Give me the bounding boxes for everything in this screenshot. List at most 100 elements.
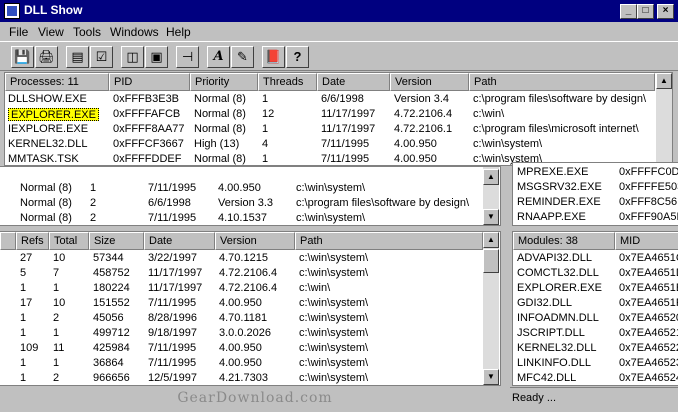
- process-row[interactable]: MSGSRV32.EXE 0xFFFFE503: [513, 180, 678, 195]
- edit-text-button[interactable]: ✎: [231, 46, 254, 68]
- module-row[interactable]: COMCTL32.DLL 0x7EA4651D: [513, 266, 678, 281]
- save-button[interactable]: 💾: [11, 46, 34, 68]
- module-name: MFC42.DLL: [517, 372, 577, 384]
- col-date[interactable]: Date: [317, 73, 390, 91]
- col-version[interactable]: Version: [215, 232, 295, 250]
- module-id: 0x7EA46523: [619, 357, 678, 369]
- title-bar[interactable]: DLL Show _ □ ×: [0, 0, 678, 22]
- dll-refs: 1: [20, 312, 27, 324]
- modules-list[interactable]: Modules: 38 MID ADVAPI32.DLL 0x7EA4651C CO…: [512, 231, 678, 386]
- dll-total: 11: [53, 342, 65, 354]
- processes-scrollbar[interactable]: ▲: [656, 73, 672, 165]
- table-row[interactable]: 1 2 45056 8/28/1996 4.70.1181 c:\win\system\: [0, 311, 482, 326]
- scroll-up-icon[interactable]: ▲: [483, 232, 499, 248]
- dll-version: 4.72.2106.4: [219, 267, 278, 279]
- process-row[interactable]: MPREXE.EXE 0xFFFFC0D5: [513, 165, 678, 180]
- module-row[interactable]: JSCRIPT.DLL 0x7EA46521: [513, 326, 678, 341]
- col-blank[interactable]: [0, 232, 16, 250]
- menu-view[interactable]: View: [38, 25, 64, 39]
- col-modules[interactable]: Modules: 38: [513, 232, 615, 250]
- app-icon[interactable]: [4, 3, 20, 19]
- scroll-up-icon[interactable]: ▲: [656, 73, 672, 89]
- scroll-down-icon[interactable]: ▼: [483, 369, 499, 385]
- table-row[interactable]: 1 2 966656 12/5/1997 4.21.7303 c:\win\system\: [0, 371, 482, 385]
- dll-total: 1: [53, 282, 60, 294]
- menu-windows[interactable]: Windows: [110, 25, 159, 39]
- scroll-up-icon[interactable]: ▲: [483, 169, 499, 185]
- process-name: EXPLORER.EXE: [8, 108, 99, 121]
- col-total[interactable]: Total: [49, 232, 89, 250]
- monitor-button[interactable]: ▣: [145, 46, 168, 68]
- properties-icon: ☑: [95, 49, 108, 64]
- module-row[interactable]: EXPLORER.EXE 0x7EA4651E: [513, 281, 678, 296]
- col-refs[interactable]: Refs: [16, 232, 49, 250]
- col-threads[interactable]: Threads: [258, 73, 317, 91]
- col-priority[interactable]: Priority: [190, 73, 258, 91]
- module-row[interactable]: MFC42.DLL 0x7EA46524: [513, 371, 678, 385]
- module-row[interactable]: INFOADMN.DLL 0x7EA46520: [513, 311, 678, 326]
- process-details-scrollbar[interactable]: ▲ ▼: [483, 167, 499, 225]
- table-row[interactable]: 1 1 499712 9/18/1997 3.0.0.2026 c:\win\system…: [0, 326, 482, 341]
- dll-scrollbar[interactable]: ▲ ▼: [483, 232, 499, 385]
- font-button[interactable]: A: [207, 46, 230, 68]
- table-row[interactable]: 109 11 425984 7/11/1995 4.00.950 c:\win\syste…: [0, 341, 482, 356]
- col-size[interactable]: Size: [89, 232, 144, 250]
- book-button[interactable]: 📕: [262, 46, 285, 68]
- process-detail-row[interactable]: Normal (8) 2 6/6/1998 Version 3.3 c:\program…: [0, 196, 482, 211]
- report-button[interactable]: ▤: [66, 46, 89, 68]
- process-row[interactable]: RNAAPP.EXE 0xFFF90A5E: [513, 210, 678, 225]
- table-row[interactable]: 1 1 36864 7/11/1995 4.00.950 c:\win\system\: [0, 356, 482, 371]
- module-row[interactable]: LINKINFO.DLL 0x7EA46523: [513, 356, 678, 371]
- menu-tools[interactable]: Tools: [73, 25, 101, 39]
- module-row[interactable]: GDI32.DLL 0x7EA4651F: [513, 296, 678, 311]
- process-version: 4.00.950: [394, 138, 437, 150]
- scroll-down-icon[interactable]: ▼: [483, 209, 499, 225]
- process-date: 7/11/1995: [321, 138, 370, 150]
- col-mid[interactable]: MID: [615, 232, 678, 250]
- process-date: 6/6/1998: [148, 197, 191, 209]
- process-name: MPREXE.EXE: [517, 166, 589, 178]
- close-button[interactable]: ×: [657, 4, 674, 19]
- process-list-right[interactable]: MPREXE.EXE 0xFFFFC0D5 MSGSRV32.EXE 0xFFFFE5…: [512, 162, 678, 226]
- process-path: c:\program files\software by design\: [296, 197, 470, 209]
- dll-table[interactable]: Refs Total Size Date Version Path 27 10 57…: [0, 231, 501, 386]
- minimize-button[interactable]: _: [620, 4, 637, 19]
- process-row[interactable]: EXPLORER.EXE 0xFFFFAFCB Normal (8) 12 11/17/…: [5, 107, 655, 122]
- process-row[interactable]: KERNEL32.DLL 0xFFFCF3667 High (13) 4 7/11/19…: [5, 137, 655, 152]
- processes-list[interactable]: Processes: 11 PID Priority Threads Date …: [4, 72, 673, 166]
- menu-file[interactable]: File: [9, 25, 28, 39]
- table-row[interactable]: 1 1 180224 11/17/1997 4.72.2106.4 c:\win\: [0, 281, 482, 296]
- process-row[interactable]: IEXPLORE.EXE 0xFFFF8AA77 Normal (8) 1 11/17/…: [5, 122, 655, 137]
- maximize-button[interactable]: □: [637, 4, 654, 19]
- dll-version: 3.0.0.2026: [219, 327, 271, 339]
- scroll-thumb[interactable]: [483, 249, 499, 273]
- window-list-button[interactable]: ◫: [121, 46, 144, 68]
- help-button[interactable]: ?: [286, 46, 309, 68]
- dll-size: 57344: [93, 252, 124, 264]
- table-row[interactable]: 27 10 57344 3/22/1997 4.70.1215 c:\win\system…: [0, 251, 482, 266]
- module-row[interactable]: ADVAPI32.DLL 0x7EA4651C: [513, 251, 678, 266]
- dll-date: 8/28/1996: [148, 312, 197, 324]
- report-icon: ▤: [71, 49, 84, 64]
- table-row[interactable]: 5 7 458752 11/17/1997 4.72.2106.4 c:\win\syst…: [0, 266, 482, 281]
- process-details-list[interactable]: Normal (8) 1 7/11/1995 4.00.950 c:\win\syste…: [0, 166, 501, 226]
- dll-version: 4.72.2106.4: [219, 282, 278, 294]
- col-path[interactable]: Path: [469, 73, 655, 91]
- col-version[interactable]: Version: [390, 73, 469, 91]
- process-row[interactable]: DLLSHOW.EXE 0xFFFB3E3B Normal (8) 1 6/6/1998…: [5, 92, 655, 107]
- print-button[interactable]: 🖨: [35, 46, 58, 68]
- dll-date: 3/22/1997: [148, 252, 197, 264]
- process-row[interactable]: REMINDER.EXE 0xFFF8C56E: [513, 195, 678, 210]
- process-detail-row[interactable]: Normal (8) 2 7/11/1995 4.10.1537 c:\win\syst…: [0, 211, 482, 225]
- table-row[interactable]: 17 10 151552 7/11/1995 4.00.950 c:\win\system…: [0, 296, 482, 311]
- pin-button[interactable]: ⊣: [176, 46, 199, 68]
- col-path[interactable]: Path: [295, 232, 483, 250]
- col-pid[interactable]: PID: [109, 73, 190, 91]
- module-row[interactable]: KERNEL32.DLL 0x7EA46522: [513, 341, 678, 356]
- process-detail-row[interactable]: Normal (8) 1 7/11/1995 4.00.950 c:\win\syste…: [0, 181, 482, 196]
- dll-total: 1: [53, 327, 60, 339]
- col-date[interactable]: Date: [144, 232, 215, 250]
- menu-help[interactable]: Help: [166, 25, 191, 39]
- properties-button[interactable]: ☑: [90, 46, 113, 68]
- col-processes[interactable]: Processes: 11: [5, 73, 109, 91]
